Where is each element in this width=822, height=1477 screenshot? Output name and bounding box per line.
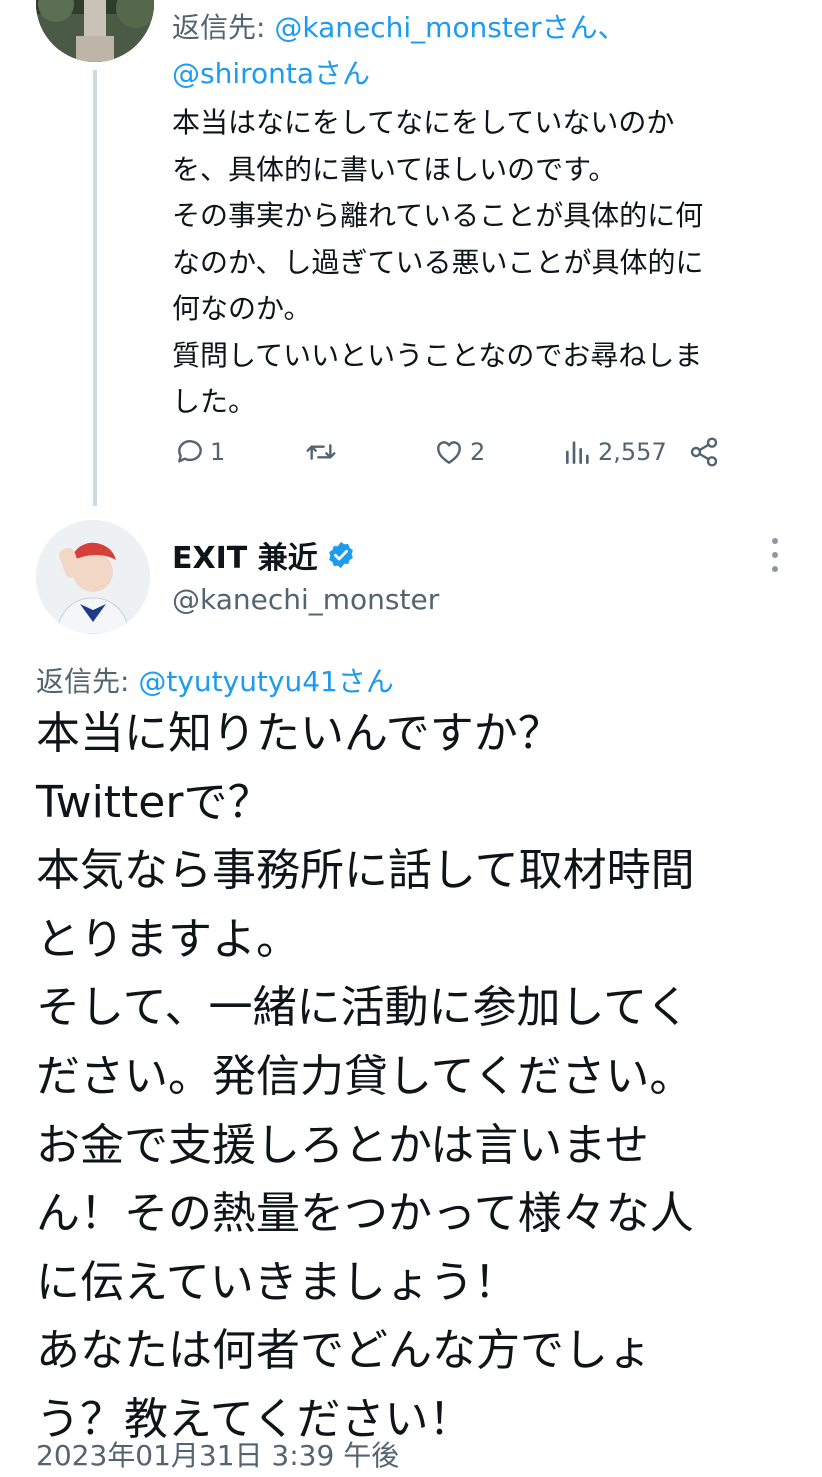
like-button[interactable]: 2 — [432, 436, 485, 468]
share-button[interactable] — [688, 436, 720, 468]
tweet-body: 本当に知りたいんですか？ Twitterで？ 本気なら事務所に話して取材時間 と… — [36, 708, 695, 1445]
reply-mention-link[interactable]: @tyutyutyu41さん — [138, 665, 394, 698]
reply-count: 1 — [210, 438, 226, 466]
author-name[interactable]: EXIT 兼近 — [172, 533, 356, 577]
avatar-image — [36, 520, 150, 634]
reply-icon — [178, 440, 202, 463]
reply-to-line-2: @shirontaさん — [172, 52, 370, 92]
like-count: 2 — [470, 438, 486, 466]
retweet-button[interactable] — [304, 436, 338, 468]
reply-to-line: 返信先: @tyutyutyu41さん — [36, 660, 394, 700]
views-button[interactable]: 2,557 — [562, 436, 667, 468]
verified-badge-icon — [328, 541, 353, 569]
reply-mention-link[interactable]: @shirontaさん — [172, 57, 370, 90]
retweet-icon — [306, 444, 336, 460]
like-icon — [437, 441, 461, 464]
thread-connector-line — [93, 70, 97, 506]
avatar[interactable] — [36, 520, 150, 634]
avatar-image — [36, 0, 154, 62]
views-icon — [566, 441, 589, 464]
reply-prefix: 返信先: — [172, 11, 275, 44]
views-count: 2,557 — [598, 438, 667, 466]
avatar[interactable] — [36, 0, 154, 62]
share-icon — [690, 437, 718, 467]
tweet-text: 本当に知りたいんですか？ Twitterで？ 本気なら事務所に話して取材時間 と… — [36, 700, 806, 1455]
tweet-body: 本当はなにをしてなにをしていないのか を、具体的に書いてほしいのです。 その事実… — [172, 106, 704, 418]
reply-prefix: 返信先: — [36, 665, 139, 698]
display-name: EXIT 兼近 — [172, 541, 318, 576]
reply-mention-link[interactable]: @kanechi_monsterさん、 — [274, 11, 625, 44]
reply-to-line: 返信先: @kanechi_monsterさん、 — [172, 6, 626, 46]
reply-button[interactable]: 1 — [174, 436, 225, 468]
tweet-text: 本当はなにをしてなにをしていないのか を、具体的に書いてほしいのです。 その事実… — [172, 100, 802, 426]
more-options-icon[interactable] — [760, 530, 790, 580]
tweet-timestamp[interactable]: 2023年01月31日 3:39 午後 — [36, 1434, 399, 1474]
author-handle[interactable]: @kanechi_monster — [172, 583, 439, 616]
